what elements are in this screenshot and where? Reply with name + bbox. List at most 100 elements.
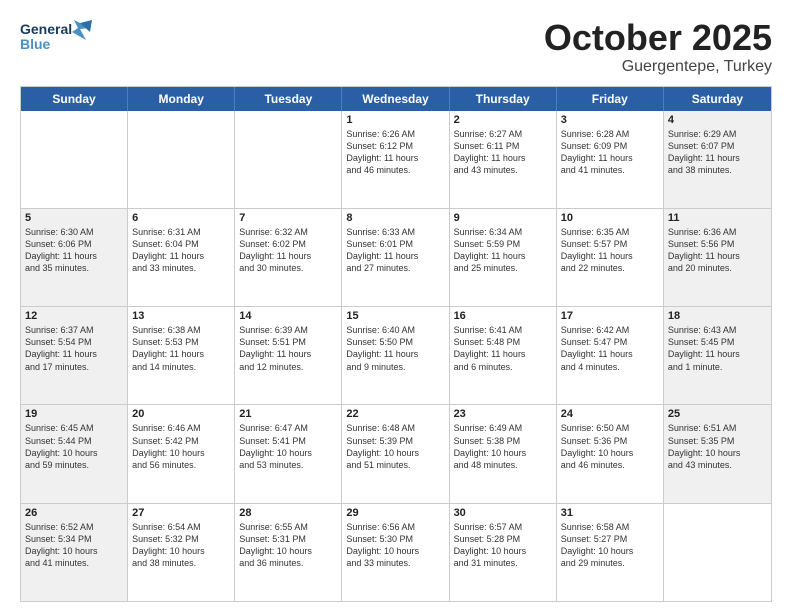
weekday-saturday: Saturday bbox=[664, 87, 771, 111]
calendar-cell-15: 15 Sunrise: 6:40 AM Sunset: 5:50 PM Dayli… bbox=[342, 307, 449, 404]
calendar-cell-4: 4Sunrise: 6:29 AM Sunset: 6:07 PM Daylig… bbox=[664, 111, 771, 208]
calendar-row-4: 19 Sunrise: 6:45 AM Sunset: 5:44 PM Dayli… bbox=[21, 404, 771, 502]
cell-info: Sunrise: 6:58 AM Sunset: 5:27 PM Dayligh… bbox=[561, 521, 659, 570]
day-number: 27 bbox=[132, 507, 230, 519]
cell-info: Sunrise: 6:47 AM Sunset: 5:41 PM Dayligh… bbox=[239, 422, 337, 471]
day-number: 3 bbox=[561, 114, 659, 126]
calendar-row-5: 26 Sunrise: 6:52 AM Sunset: 5:34 PM Dayli… bbox=[21, 503, 771, 601]
cell-info: Sunrise: 6:54 AM Sunset: 5:32 PM Dayligh… bbox=[132, 521, 230, 570]
calendar-cell-20: 20Sunrise: 6:46 AM Sunset: 5:42 PM Dayli… bbox=[128, 405, 235, 502]
day-number: 26 bbox=[25, 507, 123, 519]
cell-info: Sunrise: 6:57 AM Sunset: 5:28 PM Dayligh… bbox=[454, 521, 552, 570]
day-number: 25 bbox=[668, 408, 767, 420]
calendar-cell-31: 31 Sunrise: 6:58 AM Sunset: 5:27 PM Dayli… bbox=[557, 504, 664, 601]
calendar-row-1: 1 Sunrise: 6:26 AM Sunset: 6:12 PM Daylig… bbox=[21, 111, 771, 208]
calendar-cell-1: 1 Sunrise: 6:26 AM Sunset: 6:12 PM Daylig… bbox=[342, 111, 449, 208]
svg-text:General: General bbox=[20, 21, 72, 37]
day-number: 6 bbox=[132, 212, 230, 224]
day-number: 22 bbox=[346, 408, 444, 420]
calendar-cell-28: 28 Sunrise: 6:55 AM Sunset: 5:31 PM Dayli… bbox=[235, 504, 342, 601]
cell-info: Sunrise: 6:34 AM Sunset: 5:59 PM Dayligh… bbox=[454, 226, 552, 275]
calendar-cell-2: 2 Sunrise: 6:27 AM Sunset: 6:11 PM Daylig… bbox=[450, 111, 557, 208]
day-number: 17 bbox=[561, 310, 659, 322]
calendar-cell-empty-0-0 bbox=[21, 111, 128, 208]
cell-info: Sunrise: 6:39 AM Sunset: 5:51 PM Dayligh… bbox=[239, 324, 337, 373]
day-number: 1 bbox=[346, 114, 444, 126]
cell-info: Sunrise: 6:43 AM Sunset: 5:45 PM Dayligh… bbox=[668, 324, 767, 373]
cell-info: Sunrise: 6:31 AM Sunset: 6:04 PM Dayligh… bbox=[132, 226, 230, 275]
calendar-row-2: 5 Sunrise: 6:30 AM Sunset: 6:06 PM Daylig… bbox=[21, 208, 771, 306]
day-number: 31 bbox=[561, 507, 659, 519]
cell-info: Sunrise: 6:40 AM Sunset: 5:50 PM Dayligh… bbox=[346, 324, 444, 373]
day-number: 10 bbox=[561, 212, 659, 224]
day-number: 4 bbox=[668, 114, 767, 126]
day-number: 13 bbox=[132, 310, 230, 322]
cell-info: Sunrise: 6:38 AM Sunset: 5:53 PM Dayligh… bbox=[132, 324, 230, 373]
day-number: 30 bbox=[454, 507, 552, 519]
calendar-cell-26: 26 Sunrise: 6:52 AM Sunset: 5:34 PM Dayli… bbox=[21, 504, 128, 601]
calendar-cell-25: 25Sunrise: 6:51 AM Sunset: 5:35 PM Dayli… bbox=[664, 405, 771, 502]
day-number: 2 bbox=[454, 114, 552, 126]
calendar-cell-5: 5 Sunrise: 6:30 AM Sunset: 6:06 PM Daylig… bbox=[21, 209, 128, 306]
page: GeneralBlue October 2025 Guergentepe, Tu… bbox=[0, 0, 792, 612]
cell-info: Sunrise: 6:42 AM Sunset: 5:47 PM Dayligh… bbox=[561, 324, 659, 373]
day-number: 9 bbox=[454, 212, 552, 224]
calendar-body: 1 Sunrise: 6:26 AM Sunset: 6:12 PM Daylig… bbox=[21, 111, 771, 601]
calendar-cell-17: 17 Sunrise: 6:42 AM Sunset: 5:47 PM Dayli… bbox=[557, 307, 664, 404]
calendar-cell-21: 21 Sunrise: 6:47 AM Sunset: 5:41 PM Dayli… bbox=[235, 405, 342, 502]
cell-info: Sunrise: 6:30 AM Sunset: 6:06 PM Dayligh… bbox=[25, 226, 123, 275]
cell-info: Sunrise: 6:55 AM Sunset: 5:31 PM Dayligh… bbox=[239, 521, 337, 570]
title-block: October 2025 Guergentepe, Turkey bbox=[544, 18, 772, 76]
weekday-friday: Friday bbox=[557, 87, 664, 111]
day-number: 28 bbox=[239, 507, 337, 519]
calendar-header: Sunday Monday Tuesday Wednesday Thursday… bbox=[21, 87, 771, 111]
calendar-cell-7: 7 Sunrise: 6:32 AM Sunset: 6:02 PM Daylig… bbox=[235, 209, 342, 306]
calendar-cell-14: 14 Sunrise: 6:39 AM Sunset: 5:51 PM Dayli… bbox=[235, 307, 342, 404]
calendar-cell-3: 3 Sunrise: 6:28 AM Sunset: 6:09 PM Daylig… bbox=[557, 111, 664, 208]
day-number: 19 bbox=[25, 408, 123, 420]
calendar-cell-30: 30 Sunrise: 6:57 AM Sunset: 5:28 PM Dayli… bbox=[450, 504, 557, 601]
day-number: 11 bbox=[668, 212, 767, 224]
calendar-cell-8: 8 Sunrise: 6:33 AM Sunset: 6:01 PM Daylig… bbox=[342, 209, 449, 306]
day-number: 29 bbox=[346, 507, 444, 519]
svg-text:Blue: Blue bbox=[20, 36, 51, 52]
header: GeneralBlue October 2025 Guergentepe, Tu… bbox=[20, 18, 772, 76]
cell-info: Sunrise: 6:41 AM Sunset: 5:48 PM Dayligh… bbox=[454, 324, 552, 373]
weekday-sunday: Sunday bbox=[21, 87, 128, 111]
cell-info: Sunrise: 6:32 AM Sunset: 6:02 PM Dayligh… bbox=[239, 226, 337, 275]
day-number: 8 bbox=[346, 212, 444, 224]
cell-info: Sunrise: 6:52 AM Sunset: 5:34 PM Dayligh… bbox=[25, 521, 123, 570]
calendar-cell-12: 12Sunrise: 6:37 AM Sunset: 5:54 PM Dayli… bbox=[21, 307, 128, 404]
day-number: 21 bbox=[239, 408, 337, 420]
calendar-cell-10: 10Sunrise: 6:35 AM Sunset: 5:57 PM Dayli… bbox=[557, 209, 664, 306]
calendar-cell-13: 13 Sunrise: 6:38 AM Sunset: 5:53 PM Dayli… bbox=[128, 307, 235, 404]
cell-info: Sunrise: 6:26 AM Sunset: 6:12 PM Dayligh… bbox=[346, 128, 444, 177]
cell-info: Sunrise: 6:28 AM Sunset: 6:09 PM Dayligh… bbox=[561, 128, 659, 177]
cell-info: Sunrise: 6:56 AM Sunset: 5:30 PM Dayligh… bbox=[346, 521, 444, 570]
cell-info: Sunrise: 6:45 AM Sunset: 5:44 PM Dayligh… bbox=[25, 422, 123, 471]
cell-info: Sunrise: 6:50 AM Sunset: 5:36 PM Dayligh… bbox=[561, 422, 659, 471]
weekday-tuesday: Tuesday bbox=[235, 87, 342, 111]
cell-info: Sunrise: 6:36 AM Sunset: 5:56 PM Dayligh… bbox=[668, 226, 767, 275]
day-number: 24 bbox=[561, 408, 659, 420]
day-number: 5 bbox=[25, 212, 123, 224]
cell-info: Sunrise: 6:46 AM Sunset: 5:42 PM Dayligh… bbox=[132, 422, 230, 471]
page-title: October 2025 bbox=[544, 18, 772, 58]
calendar-cell-empty-0-2 bbox=[235, 111, 342, 208]
day-number: 7 bbox=[239, 212, 337, 224]
day-number: 14 bbox=[239, 310, 337, 322]
day-number: 15 bbox=[346, 310, 444, 322]
calendar-cell-19: 19 Sunrise: 6:45 AM Sunset: 5:44 PM Dayli… bbox=[21, 405, 128, 502]
calendar-cell-22: 22Sunrise: 6:48 AM Sunset: 5:39 PM Dayli… bbox=[342, 405, 449, 502]
logo-icon: GeneralBlue bbox=[20, 18, 92, 54]
calendar-cell-27: 27 Sunrise: 6:54 AM Sunset: 5:32 PM Dayli… bbox=[128, 504, 235, 601]
day-number: 18 bbox=[668, 310, 767, 322]
calendar-cell-29: 29 Sunrise: 6:56 AM Sunset: 5:30 PM Dayli… bbox=[342, 504, 449, 601]
calendar-cell-empty-0-1 bbox=[128, 111, 235, 208]
cell-info: Sunrise: 6:49 AM Sunset: 5:38 PM Dayligh… bbox=[454, 422, 552, 471]
cell-info: Sunrise: 6:33 AM Sunset: 6:01 PM Dayligh… bbox=[346, 226, 444, 275]
calendar-cell-11: 11 Sunrise: 6:36 AM Sunset: 5:56 PM Dayli… bbox=[664, 209, 771, 306]
calendar-cell-empty-4-6 bbox=[664, 504, 771, 601]
calendar-cell-16: 16Sunrise: 6:41 AM Sunset: 5:48 PM Dayli… bbox=[450, 307, 557, 404]
cell-info: Sunrise: 6:27 AM Sunset: 6:11 PM Dayligh… bbox=[454, 128, 552, 177]
